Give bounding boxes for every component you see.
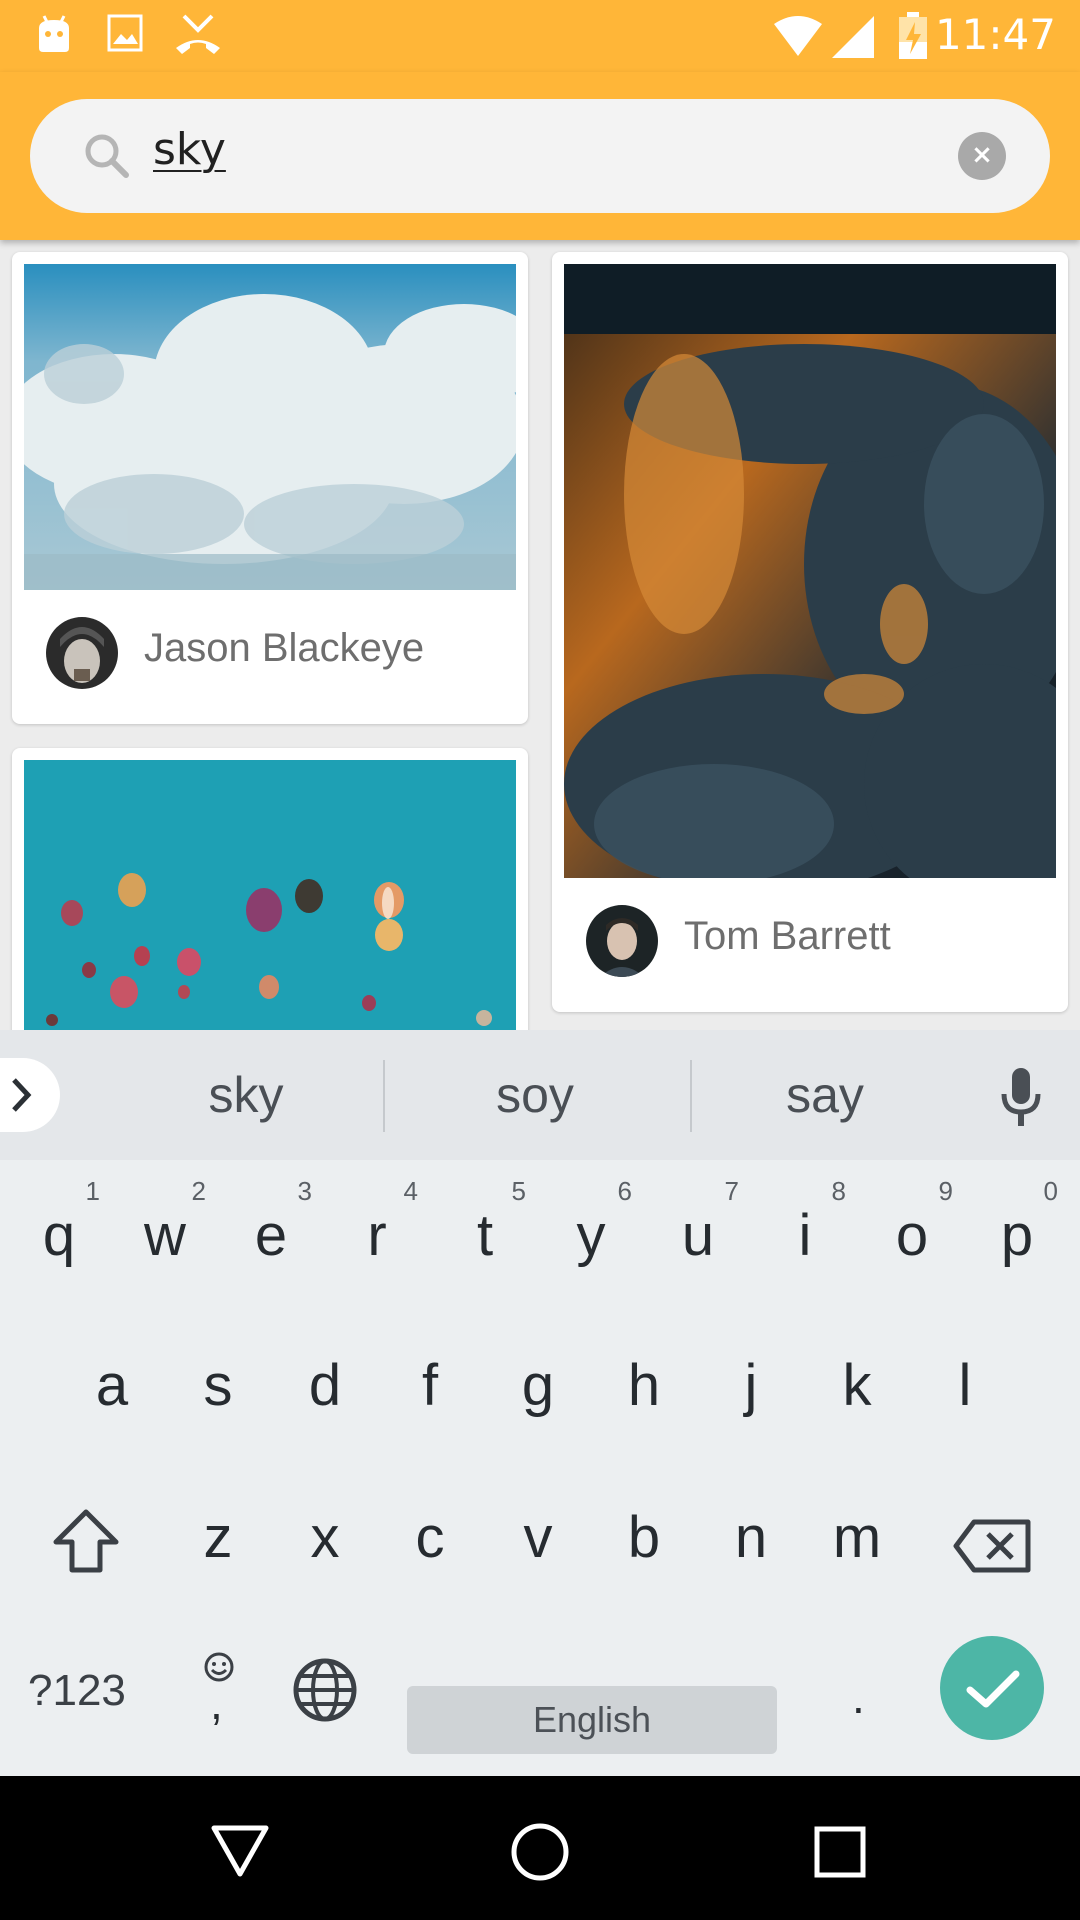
signal-icon [832,16,874,58]
key-hint: 1 [85,1176,100,1206]
image-icon [107,14,143,52]
key-r[interactable]: r4 [332,1176,422,1269]
key-hint: 2 [191,1176,206,1206]
photo-card[interactable] [12,748,528,1030]
key-l[interactable]: l [920,1352,1010,1419]
comma-label: , [210,1677,223,1729]
key-label: u [681,1203,715,1268]
key-h[interactable]: h [599,1352,689,1419]
key-hint: 3 [297,1176,312,1206]
missed-call-icon [176,14,220,54]
suggestion-bar: sky soy say [0,1030,1080,1160]
period-key[interactable]: . [852,1670,865,1724]
key-label: p [1000,1203,1034,1268]
status-bar: 11:47 [0,0,1080,72]
key-u[interactable]: u7 [653,1176,743,1269]
key-label: t [476,1203,494,1268]
key-hint: 4 [403,1176,418,1206]
backspace-icon[interactable] [952,1518,1032,1574]
avatar [586,905,658,977]
home-icon[interactable] [510,1822,570,1882]
key-o[interactable]: o9 [867,1176,957,1269]
key-label: r [367,1203,387,1268]
key-q[interactable]: q1 [14,1176,104,1269]
key-label: i [798,1203,812,1268]
key-hint: 6 [617,1176,632,1206]
user-name: Tom Barrett [684,914,891,958]
divider [690,1060,692,1132]
checkmark-icon [966,1670,1020,1708]
key-a[interactable]: a [67,1352,157,1419]
clear-search-button[interactable]: × [958,132,1006,180]
space-key[interactable]: English [407,1686,777,1754]
emoji-comma-key[interactable]: , [198,1650,242,1740]
back-icon[interactable] [210,1824,270,1878]
key-s[interactable]: s [173,1352,263,1419]
key-x[interactable]: x [280,1504,370,1571]
key-hint: 7 [724,1176,739,1206]
suggestion-3[interactable]: say [705,1066,945,1124]
key-hint: 8 [831,1176,846,1206]
key-g[interactable]: g [493,1352,583,1419]
key-label: e [254,1203,288,1268]
key-i[interactable]: i8 [760,1176,850,1269]
key-n[interactable]: n [706,1504,796,1571]
key-label: y [576,1203,606,1268]
key-hint: 5 [511,1176,526,1206]
key-w[interactable]: w2 [120,1176,210,1269]
recents-icon[interactable] [814,1826,866,1878]
photo-card[interactable]: Tom Barrett [552,252,1068,1012]
key-f[interactable]: f [385,1352,475,1419]
search-icon [85,134,129,178]
user-name: Jason Blackeye [144,626,425,670]
cumulus-clouds-photo [24,264,516,590]
key-v[interactable]: v [493,1504,583,1571]
wifi-icon [774,16,822,56]
key-label: o [895,1203,929,1268]
key-hint: 9 [938,1176,953,1206]
key-z[interactable]: z [173,1504,263,1571]
divider [383,1060,385,1132]
key-c[interactable]: c [385,1504,475,1571]
key-m[interactable]: m [812,1504,902,1571]
key-p[interactable]: p0 [972,1176,1062,1269]
suggestion-2[interactable]: soy [415,1066,655,1124]
key-t[interactable]: t5 [440,1176,530,1269]
soft-keyboard: sky soy say q1 w2 e3 r4 t5 y6 u7 i8 o9 p… [0,1030,1080,1776]
card-user-row: Tom Barrett [552,890,1068,990]
search-header: sky × [0,72,1080,240]
key-j[interactable]: j [706,1352,796,1419]
navigation-bar [0,1776,1080,1920]
shift-icon[interactable] [52,1508,120,1574]
status-time: 11:47 [934,10,1056,59]
sunlit-storm-clouds-photo [564,264,1056,878]
expand-suggestions-button[interactable] [0,1058,60,1132]
enter-key[interactable] [940,1636,1044,1740]
symbols-key[interactable]: ?123 [28,1666,126,1716]
android-debug-icon [39,15,69,52]
photo-card[interactable]: Jason Blackeye [12,252,528,724]
battery-charging-icon [899,12,927,59]
key-e[interactable]: e3 [226,1176,316,1269]
key-hint: 0 [1043,1176,1058,1206]
suggestion-1[interactable]: sky [126,1066,366,1124]
search-box[interactable]: sky × [30,99,1050,213]
key-y[interactable]: y6 [546,1176,636,1269]
key-d[interactable]: d [280,1352,370,1419]
key-label: q [42,1203,76,1268]
card-user-row: Jason Blackeye [12,602,528,702]
chevron-right-icon [12,1078,32,1112]
hot-air-balloons-photo [24,760,516,1030]
key-label: w [144,1203,186,1268]
globe-icon[interactable] [292,1657,358,1723]
search-input[interactable]: sky [153,124,226,175]
avatar [46,617,118,689]
results-grid: Jason Blackeye Tom Barrett [0,240,1080,1030]
microphone-icon[interactable] [996,1066,1046,1130]
key-k[interactable]: k [812,1352,902,1419]
key-b[interactable]: b [599,1504,689,1571]
